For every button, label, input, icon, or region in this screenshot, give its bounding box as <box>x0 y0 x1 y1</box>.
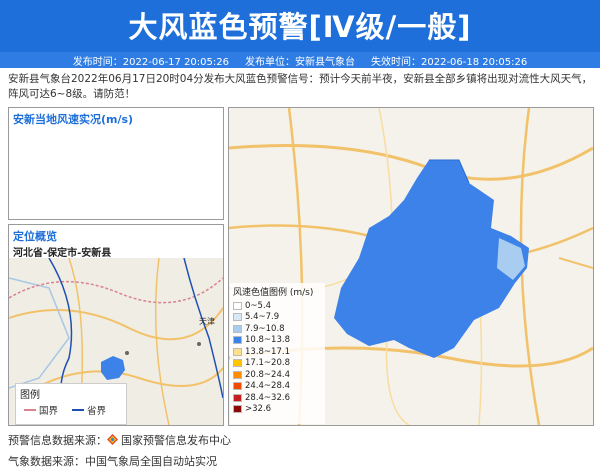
wind-speed-legend-title: 风速色值图例 (m/s) <box>233 288 314 298</box>
legend-province-border: 省界 <box>68 403 106 417</box>
weather-source-line: 气象数据来源：中国气象局全国自动站实况 <box>8 455 217 468</box>
legend-swatch <box>233 313 242 322</box>
issue-time: 发布时间：2022-06-17 20:05:26 <box>72 56 229 68</box>
province-border-swatch <box>72 409 85 411</box>
warning-source-link[interactable]: 国家预警信息发布中心 <box>121 434 231 447</box>
legend-swatch <box>233 359 242 368</box>
national-border-swatch <box>24 409 36 411</box>
tianjin-map-label: 天津 <box>199 317 215 326</box>
legend-item: 0~5.4 <box>230 300 325 312</box>
warning-source-line: 预警信息数据来源： 国家预警信息发布中心 <box>8 434 231 447</box>
legend-item: 5.4~7.9 <box>230 312 325 324</box>
legend-item: 28.4~32.6 <box>230 392 325 404</box>
boundary-legend-title: 图例 <box>20 390 40 401</box>
legend-national-border: 国界 <box>20 403 58 417</box>
wind-speed-panel: 安新当地风速实况(m/s) <box>8 107 224 220</box>
legend-swatch <box>233 301 242 310</box>
warning-center-logo-icon <box>107 434 118 445</box>
page-title: 大风蓝色预警[Ⅳ级/一般] <box>128 10 472 44</box>
legend-swatch <box>233 370 242 379</box>
expire-time: 失效时间：2022-06-18 20:05:26 <box>371 56 528 68</box>
legend-swatch <box>233 393 242 402</box>
legend-item: 17.1~20.8 <box>230 358 325 370</box>
warning-header: 大风蓝色预警[Ⅳ级/一般] <box>0 0 600 52</box>
boundary-legend: 图例 国界 省界 <box>15 383 127 425</box>
legend-item: 20.8~24.4 <box>230 369 325 381</box>
legend-item: 7.9~10.8 <box>230 323 325 335</box>
legend-swatch <box>233 336 242 345</box>
legend-item: 24.4~28.4 <box>230 381 325 393</box>
legend-swatch <box>233 405 242 414</box>
issuer: 发布单位：安新县气象台 <box>245 56 355 68</box>
wind-speed-legend: 风速色值图例 (m/s) 0~5.4 5.4~7.9 7.9~10.8 10.8… <box>230 283 325 424</box>
location-overview-panel: 定位概览 河北省-保定市-安新县 天津 图例 国界 省界 <box>8 224 224 426</box>
legend-swatch <box>233 382 242 391</box>
legend-item: 10.8~13.8 <box>230 335 325 347</box>
legend-swatch <box>233 324 242 333</box>
location-panel-title: 定位概览 <box>13 230 57 243</box>
warning-description: 安新县气象台2022年06月17日20时04分发布大风蓝色预警信号：预计今天前半… <box>8 73 593 100</box>
wind-panel-title: 安新当地风速实况(m/s) <box>13 113 134 126</box>
legend-item: 13.8~17.1 <box>230 346 325 358</box>
warning-meta-bar: 发布时间：2022-06-17 20:05:26 发布单位：安新县气象台 失效时… <box>0 52 600 68</box>
legend-swatch <box>233 347 242 356</box>
legend-item: >32.6 <box>230 404 325 416</box>
